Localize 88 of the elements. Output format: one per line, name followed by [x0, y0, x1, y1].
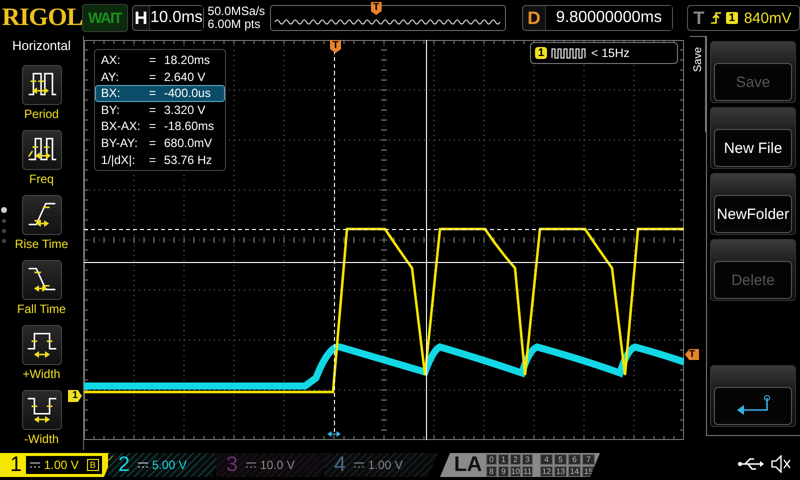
- menu-button[interactable]: NewFolder: [710, 173, 796, 235]
- measure-label: Fall Time: [17, 302, 66, 317]
- measure-button[interactable]: [22, 195, 62, 235]
- digital-channel-indicator: 6: [568, 454, 581, 464]
- digital-channel-indicator: 9: [498, 466, 509, 476]
- channel-number: 3: [225, 453, 239, 477]
- channel-scale: 1.00 V: [44, 458, 79, 472]
- digital-channel-indicator: 14: [568, 466, 581, 476]
- menu-tab-title: Save: [692, 47, 704, 72]
- measure-button[interactable]: [22, 390, 62, 430]
- measure-label: -Width: [24, 432, 59, 447]
- readout-value: 53.76 Hz: [164, 152, 214, 168]
- digital-channel-indicator: 13: [554, 466, 567, 476]
- dc-coupling-icon: [246, 461, 256, 469]
- trigger-level: 840mV: [744, 10, 792, 26]
- digital-channel-indicator: 1: [498, 454, 509, 464]
- readout-value: 680.0mV: [164, 136, 214, 151]
- channel-number: 2: [117, 453, 131, 477]
- readout-value: 3.320 V: [164, 102, 206, 118]
- equals-sign: =: [149, 136, 158, 151]
- dc-coupling-icon: [354, 461, 364, 469]
- readout-label: BY:: [101, 102, 121, 118]
- square-wave-icon: [551, 47, 588, 59]
- channel-scale: 1.00 V: [368, 458, 403, 472]
- trigger-source: 1: [726, 12, 738, 24]
- menu-button[interactable]: New File: [710, 107, 796, 169]
- readout-value: -400.0us: [164, 86, 212, 101]
- readout-label: BX:: [101, 86, 122, 101]
- readout-label: 1/|dX|:: [101, 152, 136, 168]
- measure-button[interactable]: [22, 65, 62, 105]
- channel-label: 1: [535, 47, 548, 59]
- channel-offset-marker: 1: [68, 390, 82, 402]
- sample-rate: 50.0MSa/s: [208, 5, 264, 18]
- measure-button[interactable]: [22, 260, 62, 300]
- equals-sign: =: [149, 119, 158, 134]
- channel-scale: 5.00 V: [152, 458, 187, 472]
- bandwidth-limit-indicator: B: [86, 459, 99, 471]
- dc-coupling-icon: [30, 461, 40, 469]
- digital-channel-indicator: 10: [510, 466, 521, 476]
- channel-tab[interactable]: 4 1.00 V: [324, 453, 438, 477]
- digital-channel-indicator: 5: [554, 454, 567, 464]
- readout-label: BY-AY:: [101, 136, 139, 151]
- menu-title: Horizontal: [12, 38, 71, 53]
- usb-icon: [738, 458, 764, 470]
- run-status: WAIT: [82, 4, 128, 32]
- readout-value: 18.20ms: [164, 53, 212, 68]
- frequency-reading: < 15Hz: [591, 46, 630, 60]
- channel-number: 1: [9, 453, 23, 477]
- readout-value: -18.60ms: [164, 119, 216, 134]
- channel-tab[interactable]: 1 1.00 V B: [0, 453, 114, 477]
- trigger-position-marker: T: [330, 40, 341, 53]
- equals-sign: =: [149, 86, 158, 101]
- measure-button[interactable]: [22, 130, 62, 170]
- measure-label: Period: [24, 107, 59, 122]
- channel-number: 4: [333, 453, 347, 477]
- digital-channel-indicator: 3: [522, 454, 533, 464]
- digital-channel-indicator: 12: [540, 466, 553, 476]
- measure-label: Freq: [29, 172, 54, 187]
- equals-sign: =: [149, 53, 158, 68]
- trigger-time-marker-icon: [328, 431, 340, 436]
- digital-channel-indicator: 11: [522, 466, 533, 476]
- digital-channel-indicator: 4: [540, 454, 553, 464]
- trigger-position-marker: T: [370, 2, 382, 15]
- equals-sign: =: [149, 70, 158, 84]
- la-label: LA: [454, 453, 482, 477]
- equals-sign: =: [149, 152, 158, 168]
- rising-edge-icon: [710, 10, 722, 26]
- readout-label: AY:: [101, 70, 120, 84]
- timebase-display: H 10.0ms: [132, 5, 204, 31]
- memory-depth: 6.00M pts: [208, 18, 262, 31]
- digital-channel-indicator: 2: [510, 454, 521, 464]
- back-button[interactable]: [710, 365, 796, 427]
- digital-channel-indicator: 7: [582, 454, 595, 464]
- delay-display: D 9.80000000ms: [522, 5, 673, 31]
- measure-label: Rise Time: [14, 237, 68, 252]
- digital-channel-indicator: 8: [486, 466, 497, 476]
- measure-label: +Width: [22, 367, 60, 382]
- trigger-level-marker: T: [685, 349, 699, 360]
- channel-scale: 10.0 V: [260, 458, 295, 472]
- dc-coupling-icon: [138, 461, 148, 469]
- digital-channel-indicator: 0: [486, 454, 497, 464]
- equals-sign: =: [149, 102, 158, 118]
- readout-label: BX-AX:: [101, 119, 142, 134]
- measure-button[interactable]: [22, 325, 62, 365]
- readout-value: 2.640 V: [164, 70, 206, 84]
- mute-icon: [770, 455, 792, 473]
- readout-label: AX:: [101, 53, 122, 68]
- trigger-display: T 1 840mV: [686, 5, 800, 31]
